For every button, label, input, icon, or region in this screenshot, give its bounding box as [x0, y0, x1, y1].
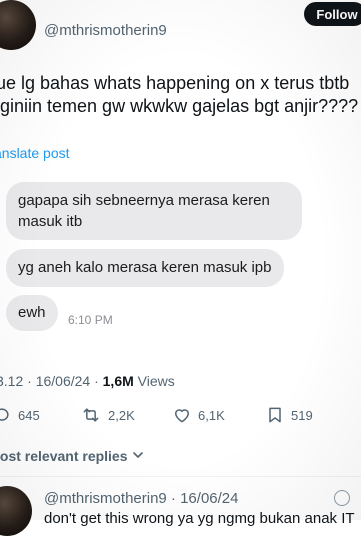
post-meta: 3.12 · 16/06/24 · 1,6M Views	[0, 373, 175, 389]
author-avatar[interactable]	[0, 0, 36, 50]
like-count: 6,1K	[198, 407, 225, 423]
like-action[interactable]: 6,1K	[172, 405, 225, 425]
chat-bubble-2-text: yg aneh kalo merasa keren masuk ipb	[18, 259, 272, 276]
divider	[0, 476, 361, 477]
replies-sort-label: lost relevant replies	[0, 448, 128, 464]
more-options-icon[interactable]	[334, 490, 350, 506]
heart-icon	[172, 405, 192, 425]
chat-bubble-3-text: ewh	[18, 304, 46, 321]
chat-bubble-3: ewh	[6, 295, 58, 331]
reply-action[interactable]: 645	[0, 405, 40, 425]
views-count: 1,6M	[102, 373, 134, 389]
reply-count: 645	[18, 407, 40, 423]
post-text-line-2: iginiin temen gw wkwkw gajelas bgt anjir…	[0, 96, 359, 116]
chat-bubble-1-line-1: gapapa sih sebneernya merasa keren	[18, 192, 270, 209]
chat-bubble-1-line-2: masuk itb	[18, 213, 83, 230]
bookmark-icon	[265, 405, 285, 425]
repost-action[interactable]: 2,2K	[80, 405, 135, 425]
bookmark-count: 519	[291, 407, 313, 423]
reply-icon	[0, 405, 12, 425]
chat-bubble-2: yg aneh kalo merasa keren masuk ipb	[6, 249, 284, 287]
post-text-line-1: ue lg bahas whats happening on x terus t…	[0, 73, 350, 93]
replies-sort-dropdown[interactable]: lost relevant replies	[0, 448, 144, 464]
repost-count: 2,2K	[108, 407, 135, 423]
views-label: Views	[133, 373, 175, 389]
chat-bubble-1: gapapa sih sebneernya merasa keren masuk…	[6, 182, 302, 240]
author-handle[interactable]: @mthrismotherin9	[44, 22, 167, 39]
follow-button[interactable]: Follow	[304, 2, 361, 26]
reply-header[interactable]: @mthrismotherin9 · 16/06/24	[44, 490, 238, 507]
reply-author-avatar[interactable]	[0, 486, 32, 536]
chevron-down-icon	[132, 448, 144, 464]
bookmark-action[interactable]: 519	[265, 405, 313, 425]
reply-text: don't get this wrong ya yg ngmg bukan an…	[44, 510, 355, 527]
post-timestamp[interactable]: 3.12 · 16/06/24 ·	[0, 373, 103, 389]
translate-post-link[interactable]: anslate post	[0, 145, 70, 161]
chat-timestamp: 6:10 PM	[68, 313, 113, 327]
repost-icon	[80, 405, 102, 425]
